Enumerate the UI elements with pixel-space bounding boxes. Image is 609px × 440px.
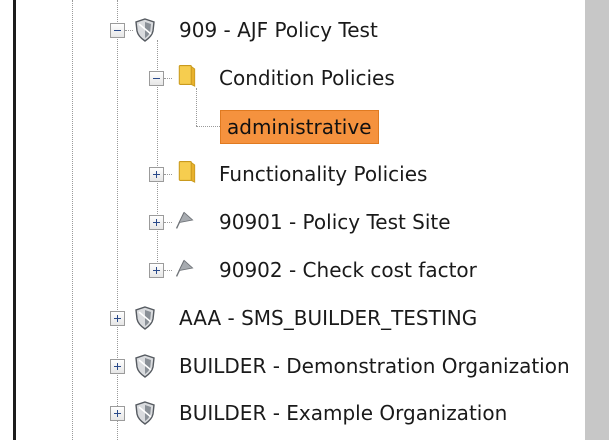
tree-connector-line (125, 30, 133, 31)
tree-node-label[interactable]: BUILDER - Demonstration Organization (179, 353, 570, 379)
collapse-toggle[interactable] (110, 23, 125, 38)
tree-connector-line (196, 126, 222, 127)
shield-icon (135, 354, 155, 378)
folder-icon (178, 161, 196, 183)
tree-node-label[interactable]: AAA - SMS_BUILDER_TESTING (179, 305, 477, 331)
shield-icon (135, 306, 155, 330)
tree-connector-line (117, 0, 118, 440)
tree-connector-line (196, 88, 197, 126)
tree-connector-line (164, 174, 172, 175)
tree-node-label[interactable]: 90901 - Policy Test Site (219, 209, 451, 235)
shield-icon (135, 18, 155, 42)
policy-tree[interactable]: 909 - AJF Policy Test Condition Policies… (0, 0, 585, 440)
shield-icon (135, 401, 155, 425)
expand-toggle[interactable] (149, 263, 164, 278)
tree-node-label-selected[interactable]: administrative (220, 110, 379, 144)
side-panel-edge (585, 0, 609, 440)
expand-toggle[interactable] (149, 167, 164, 182)
expand-toggle[interactable] (149, 215, 164, 230)
tree-node-label[interactable]: Condition Policies (219, 65, 395, 91)
folder-icon (178, 65, 196, 87)
collapse-toggle[interactable] (149, 71, 164, 86)
tree-node-label[interactable]: Functionality Policies (219, 161, 427, 187)
flag-icon (175, 259, 194, 277)
tree-connector-line (164, 78, 172, 79)
tree-node-label[interactable]: 909 - AJF Policy Test (179, 17, 378, 43)
tree-node-label[interactable]: 90902 - Check cost factor (219, 257, 477, 283)
tree-connector-line (164, 222, 172, 223)
expand-toggle[interactable] (110, 311, 125, 326)
tree-node-label[interactable]: BUILDER - Example Organization (179, 400, 507, 426)
tree-connector-line (72, 0, 73, 440)
expand-toggle[interactable] (110, 359, 125, 374)
flag-icon (175, 211, 194, 229)
expand-toggle[interactable] (110, 406, 125, 421)
tree-connector-line (164, 270, 172, 271)
